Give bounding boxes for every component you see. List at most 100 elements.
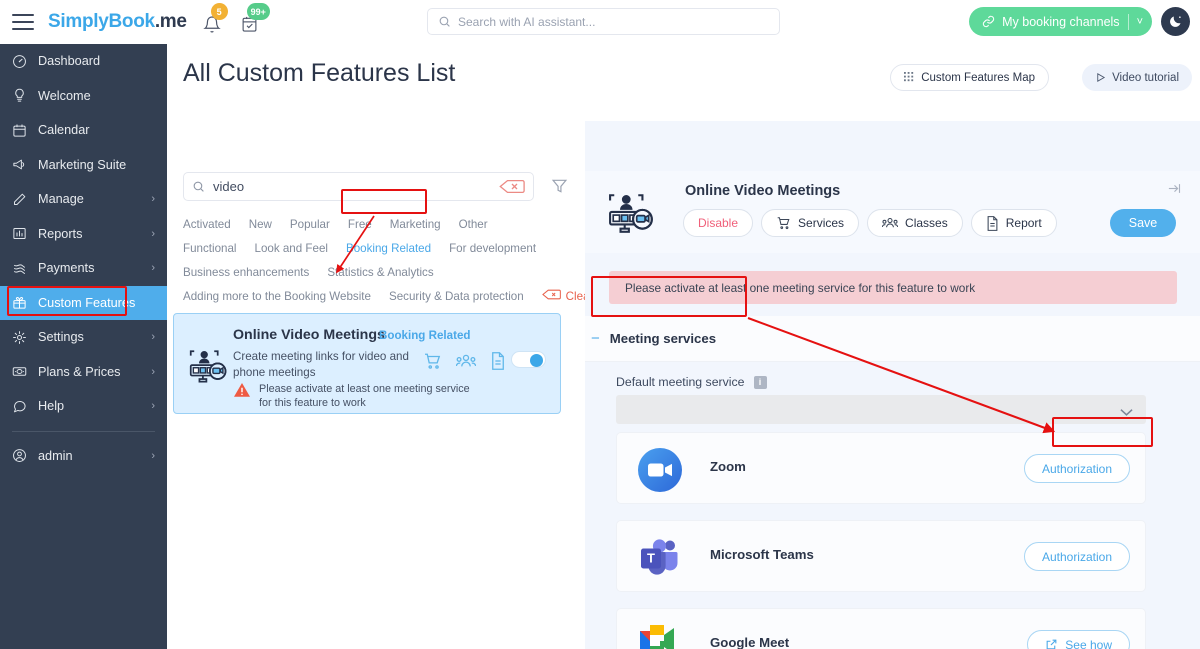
sidebar-item-label: Welcome <box>38 88 91 103</box>
filter-chip-free[interactable]: Free <box>348 218 372 231</box>
ai-search-input[interactable]: Search with AI assistant... <box>427 8 780 35</box>
calendar-tasks-button[interactable]: 99+ <box>241 3 270 34</box>
moon-icon <box>1170 16 1181 27</box>
calendar-icon <box>12 123 34 138</box>
filter-chip-adding-more-to-the-booking-website[interactable]: Adding more to the Booking Website <box>183 290 371 303</box>
meeting-services-title: Meeting services <box>609 331 717 346</box>
service-button-label: See how <box>1065 637 1112 649</box>
document-icon[interactable] <box>490 352 506 375</box>
toggle-knob <box>530 353 543 367</box>
classes-button[interactable]: Classes <box>867 209 963 237</box>
sidebar-item-payments[interactable]: Payments › <box>0 251 167 286</box>
service-button-label: Authorization <box>1041 549 1112 564</box>
notifications-bell[interactable]: 5 <box>202 3 228 34</box>
feature-enable-toggle[interactable] <box>511 351 546 368</box>
booking-channels-label: My booking channels <box>1002 14 1120 29</box>
filter-chip-other[interactable]: Other <box>459 218 488 231</box>
default-meeting-service-label: Default meeting service i <box>616 375 767 389</box>
my-booking-channels-button[interactable]: My booking channels ˅ <box>969 7 1152 36</box>
sidebar-item-marketing-suite[interactable]: Marketing Suite <box>0 148 167 183</box>
service-row-microsoft-teams: T Microsoft Teams Authorization <box>616 520 1146 592</box>
feature-search-input[interactable]: video <box>183 172 534 201</box>
filter-chip-look-and-feel[interactable]: Look and Feel <box>255 242 328 255</box>
bell-badge: 5 <box>210 3 228 20</box>
filter-chip-booking-related[interactable]: Booking Related <box>346 242 431 255</box>
group-icon[interactable] <box>455 352 477 375</box>
feature-card-title: Online Video Meetings <box>233 327 385 343</box>
speedometer-icon <box>12 54 34 69</box>
feature-search-row: video <box>183 172 569 201</box>
feature-card-warning-text: Please activate at least one meeting ser… <box>259 383 470 410</box>
sidebar-item-calendar[interactable]: Calendar <box>0 113 167 148</box>
default-meeting-service-select[interactable] <box>616 395 1146 424</box>
sidebar-item-reports[interactable]: Reports › <box>0 217 167 252</box>
services-button[interactable]: Services <box>761 209 860 237</box>
filter-chip-business-enhancements[interactable]: Business enhancements <box>183 266 309 279</box>
service-row-google-meet: Google Meet See how <box>616 608 1146 649</box>
info-icon[interactable]: i <box>753 375 767 389</box>
video-tutorial-button[interactable]: Video tutorial <box>1082 64 1192 91</box>
service-action-button[interactable]: See how <box>1027 630 1130 649</box>
filter-chip-new[interactable]: New <box>249 218 272 231</box>
filter-chip-popular[interactable]: Popular <box>290 218 330 231</box>
sidebar-item-label: Reports <box>38 226 83 241</box>
filter-chip-security-data-protection[interactable]: Security & Data protection <box>389 290 524 303</box>
sidebar-item-manage[interactable]: Manage › <box>0 182 167 217</box>
chevron-down-icon[interactable]: ˅ <box>1137 16 1143 28</box>
group-icon <box>882 216 899 230</box>
filter-chip-marketing[interactable]: Marketing <box>390 218 441 231</box>
video-button-label: Video tutorial <box>1112 71 1179 84</box>
sidebar-item-help[interactable]: Help › <box>0 389 167 424</box>
default-service-label-text: Default meeting service <box>616 375 745 389</box>
sidebar-item-admin[interactable]: admin › <box>0 439 167 474</box>
button-label: Disable <box>698 216 739 230</box>
ai-search-placeholder: Search with AI assistant... <box>458 14 596 29</box>
service-button-label: Authorization <box>1041 461 1112 476</box>
sidebar-item-label: admin <box>38 448 73 463</box>
chip-row: Functional Look and Feel Booking Related Fo… <box>183 236 583 260</box>
button-label: Services <box>798 216 845 230</box>
service-action-button[interactable]: Authorization <box>1023 454 1130 483</box>
sidebar-item-label: Plans & Prices <box>38 364 121 379</box>
sidebar-item-label: Manage <box>38 192 84 207</box>
chevron-down-icon <box>1120 404 1133 422</box>
chat-bubble-icon <box>12 399 34 414</box>
main-content: All Custom Features List Custom Features… <box>167 44 1200 649</box>
features-list-panel: video Activated New Popular Free Marketing Ot… <box>167 121 596 649</box>
banknotes-icon <box>12 261 34 276</box>
sidebar-item-label: Calendar <box>38 123 90 138</box>
minus-icon[interactable]: − <box>591 330 600 347</box>
report-button[interactable]: Report <box>970 209 1057 237</box>
save-button[interactable]: Save <box>1110 209 1176 237</box>
filter-chip-for-development[interactable]: For development <box>449 242 536 255</box>
meeting-services-section-header[interactable]: − Meeting services <box>585 316 1200 362</box>
sidebar-item-settings[interactable]: Settings › <box>0 320 167 355</box>
cart-icon[interactable] <box>423 352 442 375</box>
filter-chip-activated[interactable]: Activated <box>183 218 231 231</box>
custom-features-map-button[interactable]: Custom Features Map <box>890 64 1049 91</box>
sidebar-item-label: Settings <box>38 330 84 345</box>
sidebar-item-dashboard[interactable]: Dashboard <box>0 44 167 79</box>
chevron-right-icon: › <box>151 400 155 413</box>
sidebar-item-welcome[interactable]: Welcome <box>0 79 167 114</box>
disable-button[interactable]: Disable <box>683 209 754 237</box>
service-action-button[interactable]: Authorization <box>1023 542 1130 571</box>
clear-search-icon[interactable] <box>499 179 525 194</box>
page-title: All Custom Features List <box>183 59 456 87</box>
chip-row: Activated New Popular Free Marketing Other <box>183 212 583 236</box>
app-logo[interactable]: SimplyBook.me <box>48 11 187 33</box>
feature-card-action-icons <box>423 352 506 375</box>
feature-card-online-video-meetings[interactable]: Online Video Meetings Booking Related Cr… <box>173 313 561 414</box>
hamburger-icon[interactable] <box>12 14 34 30</box>
filter-funnel-icon[interactable] <box>551 177 568 200</box>
collapse-right-icon[interactable] <box>1167 181 1182 201</box>
chevron-right-icon: › <box>151 365 155 378</box>
button-label: Report <box>1005 216 1042 230</box>
sidebar-item-plans-prices[interactable]: Plans & Prices › <box>0 355 167 390</box>
sidebar-item-custom-features[interactable]: Custom Features <box>0 285 167 320</box>
filter-chip-statistics-analytics[interactable]: Statistics & Analytics <box>327 266 433 279</box>
filter-chip-functional[interactable]: Functional <box>183 242 237 255</box>
theme-toggle-button[interactable] <box>1161 7 1190 36</box>
gear-icon <box>12 330 34 345</box>
activation-alert-banner: Please activate at least one meeting ser… <box>609 271 1177 304</box>
